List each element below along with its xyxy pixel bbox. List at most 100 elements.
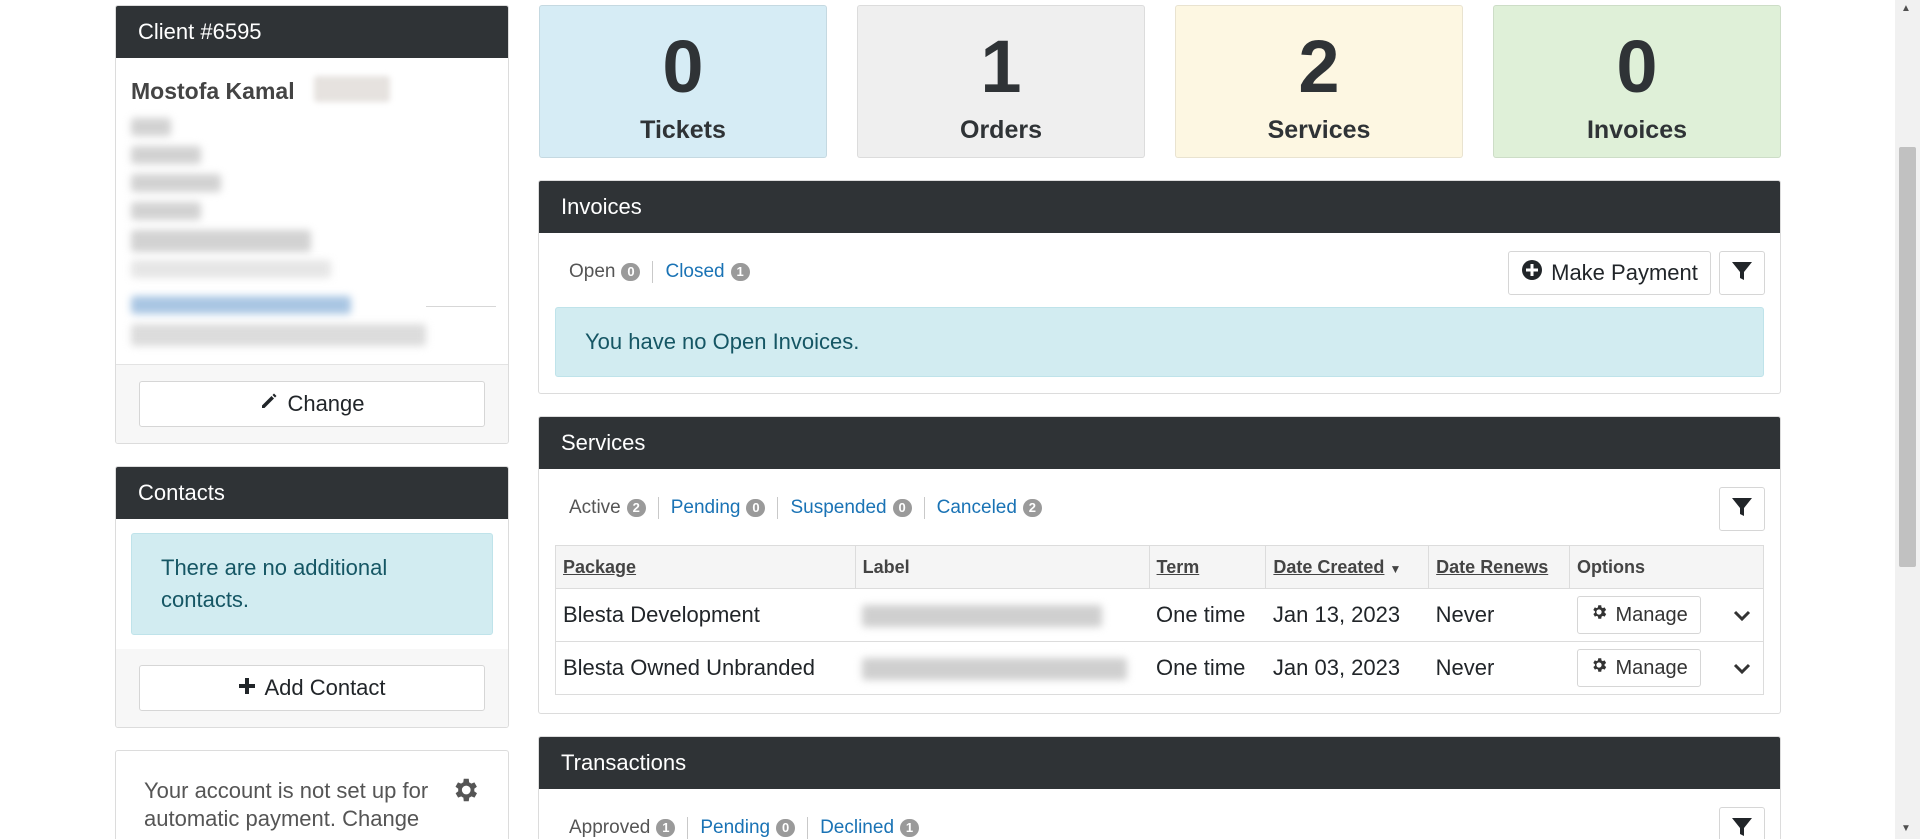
redacted-name xyxy=(314,76,390,102)
table-row: Blesta Owned Unbranded One time Jan 03, … xyxy=(555,641,1764,695)
filter-canceled[interactable]: Canceled 2 xyxy=(937,497,1042,519)
column-options: Options xyxy=(1569,545,1764,589)
make-payment-button[interactable]: Make Payment xyxy=(1508,251,1711,295)
divider xyxy=(426,306,496,307)
filter-pending-label: Pending xyxy=(700,817,771,838)
column-label: Label xyxy=(854,545,1150,589)
filter-open[interactable]: Open 0 xyxy=(569,261,641,283)
chevron-down-icon[interactable] xyxy=(1733,658,1751,680)
filter-pending-count: 0 xyxy=(776,819,796,837)
tickets-stat[interactable]: 0 Tickets xyxy=(539,5,827,158)
no-open-invoices-message: You have no Open Invoices. xyxy=(555,307,1764,377)
manage-label: Manage xyxy=(1615,603,1688,626)
sidebar: Client #6595 Mostofa Kamal Change Contac… xyxy=(115,5,509,839)
contacts-body: There are no additional contacts. xyxy=(116,519,508,649)
services-stat[interactable]: 2 Services xyxy=(1175,5,1463,158)
filter-icon xyxy=(1731,816,1753,839)
redacted-address-line xyxy=(131,202,201,220)
filter-suspended[interactable]: Suspended 0 xyxy=(790,497,912,519)
row-label xyxy=(855,641,1150,695)
gear-icon xyxy=(1590,656,1608,680)
filter-separator xyxy=(652,261,654,283)
orders-stat[interactable]: 1 Orders xyxy=(857,5,1145,158)
transactions-panel: Transactions Approved 1 Pending 0 Declin… xyxy=(538,736,1781,839)
invoices-stat[interactable]: 0 Invoices xyxy=(1493,5,1781,158)
contacts-card: Contacts There are no additional contact… xyxy=(115,466,509,728)
invoices-count: 0 xyxy=(1616,25,1658,108)
table-row: Blesta Development One time Jan 13, 2023… xyxy=(555,588,1764,642)
filter-declined[interactable]: Declined 1 xyxy=(820,817,920,839)
client-card-footer: Change xyxy=(116,365,508,443)
scroll-down-arrow-icon[interactable]: ▼ xyxy=(1901,823,1911,834)
client-details: Mostofa Kamal xyxy=(116,58,508,365)
row-date-renews: Never xyxy=(1428,588,1570,642)
autopay-card: Your account is not set up for automatic… xyxy=(115,750,509,839)
filter-separator xyxy=(657,497,659,519)
row-package: Blesta Development xyxy=(555,588,856,642)
column-label-label: Label xyxy=(862,556,910,577)
autopay-message[interactable]: Your account is not set up for automatic… xyxy=(144,777,474,833)
manage-button[interactable]: Manage xyxy=(1576,649,1701,687)
change-client-button[interactable]: Change xyxy=(139,381,485,427)
row-date-created: Jan 13, 2023 xyxy=(1265,588,1429,642)
row-package: Blesta Owned Unbranded xyxy=(555,641,856,695)
filter-open-count: 0 xyxy=(621,263,641,281)
pencil-icon xyxy=(259,391,279,417)
row-options: Manage xyxy=(1569,641,1727,695)
column-package-label: Package xyxy=(563,556,637,577)
filter-approved-count: 1 xyxy=(656,819,676,837)
redacted-address-line xyxy=(131,260,331,278)
tickets-label: Tickets xyxy=(640,116,726,144)
scroll-up-arrow-icon[interactable]: ▲ xyxy=(1901,3,1911,14)
services-filter-button[interactable] xyxy=(1719,487,1765,531)
redacted-address-line xyxy=(131,230,311,252)
column-term[interactable]: Term xyxy=(1148,545,1266,589)
invoice-filters: Open 0 Closed 1 xyxy=(569,261,750,283)
column-date-created[interactable]: Date Created ▼ xyxy=(1265,545,1429,589)
redacted-label xyxy=(862,605,1103,628)
filter-separator xyxy=(687,817,689,839)
filter-canceled-count: 2 xyxy=(1022,499,1042,517)
filter-active-count: 2 xyxy=(626,499,646,517)
plus-icon xyxy=(238,675,256,701)
redacted-phone-line xyxy=(131,324,426,346)
add-contact-label: Add Contact xyxy=(264,675,386,700)
filter-closed-count: 1 xyxy=(730,263,750,281)
add-contact-button[interactable]: Add Contact xyxy=(139,665,485,711)
row-expand[interactable] xyxy=(1726,588,1764,642)
table-header-row: Package Label Term Date Created ▼ Date R… xyxy=(555,545,1764,589)
column-term-label: Term xyxy=(1156,556,1200,577)
services-panel-title: Services xyxy=(539,417,1780,469)
filter-suspended-count: 0 xyxy=(892,499,912,517)
filter-pending-label: Pending xyxy=(670,497,741,518)
caret-down-icon: ▼ xyxy=(1389,561,1402,576)
filter-pending[interactable]: Pending 0 xyxy=(700,817,796,839)
gear-icon[interactable] xyxy=(450,775,480,813)
invoice-filter-button[interactable] xyxy=(1719,251,1765,295)
redacted-email-link[interactable] xyxy=(131,296,351,314)
chevron-down-icon[interactable] xyxy=(1733,605,1751,627)
contacts-card-footer: Add Contact xyxy=(116,649,508,727)
filter-canceled-label: Canceled xyxy=(936,497,1017,518)
scrollbar-thumb[interactable] xyxy=(1899,147,1916,567)
change-client-label: Change xyxy=(287,391,365,416)
row-label xyxy=(855,588,1150,642)
services-table: Package Label Term Date Created ▼ Date R… xyxy=(555,545,1764,695)
transactions-filter-button[interactable] xyxy=(1719,807,1765,839)
column-options-label: Options xyxy=(1577,556,1646,577)
filter-active[interactable]: Active 2 xyxy=(569,497,646,519)
column-date-renews-label: Date Renews xyxy=(1436,556,1549,577)
column-date-renews[interactable]: Date Renews xyxy=(1428,545,1570,589)
filter-declined-label: Declined xyxy=(820,817,895,838)
filter-approved[interactable]: Approved 1 xyxy=(569,817,676,839)
invoices-panel-title: Invoices xyxy=(539,181,1780,233)
row-term: One time xyxy=(1149,641,1266,695)
make-payment-label: Make Payment xyxy=(1551,260,1698,285)
column-date-created-label: Date Created xyxy=(1273,556,1385,577)
filter-closed[interactable]: Closed 1 xyxy=(665,261,750,283)
filter-pending[interactable]: Pending 0 xyxy=(671,497,766,519)
row-expand[interactable] xyxy=(1726,641,1764,695)
row-date-renews: Never xyxy=(1428,641,1570,695)
column-package[interactable]: Package xyxy=(555,545,856,589)
manage-button[interactable]: Manage xyxy=(1576,596,1701,634)
